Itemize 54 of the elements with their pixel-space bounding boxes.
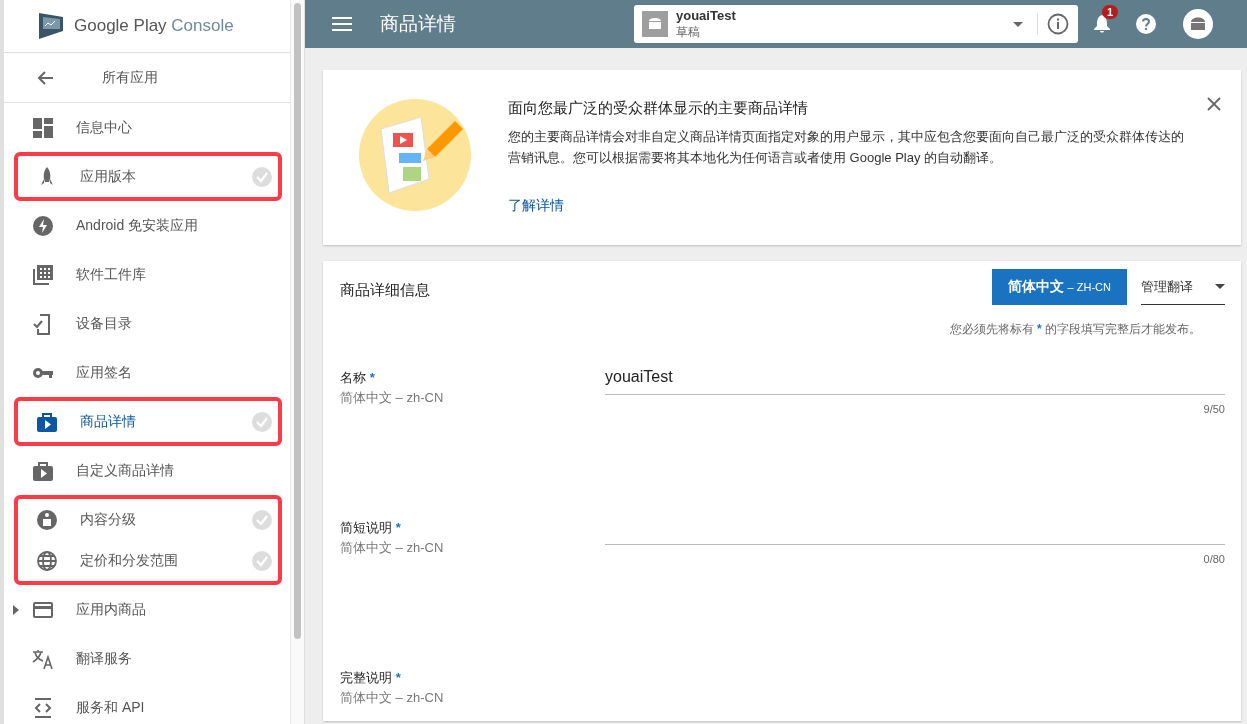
nav-item[interactable]: 商品详情 [18,401,278,442]
required-mark: * [369,370,375,385]
section-title: 商品详细信息 [340,280,431,300]
nav-item[interactable]: 应用签名 [4,348,278,397]
field-label: 完整说明 [340,670,392,685]
avatar-icon[interactable] [1183,9,1213,39]
globe-icon [36,549,58,572]
menu-icon[interactable] [332,17,352,31]
bell-icon[interactable] [1093,14,1111,34]
notification-count: 1 [1102,5,1119,19]
app-selector[interactable]: youaiTest 草稿 [634,5,1078,43]
nav-item[interactable]: 软件工件库 [4,250,278,299]
nav-item[interactable]: 内容分级 [18,499,278,540]
dropdown-caret-icon [1215,284,1225,289]
android-app-icon [642,11,668,37]
banner-description: 您的主要商品详情会对非自定义商品详情页面指定对象的用户显示，其中应包含您要面向自己最广泛的受众群体传达的营销讯息。您可以根据需要将其本地化为任何语言或者使用 Google Play 的自动翻译。 [508,128,1185,167]
play-console-logo-icon [38,11,64,41]
required-mark: * [395,520,401,535]
required-mark: * [395,670,401,685]
dropdown-caret-icon [1013,21,1023,27]
nav-item[interactable]: 翻译服务 [4,634,278,683]
page-title: 商品详情 [380,12,457,36]
required-note: 您必须先将标有 * 的字段填写完整后才能发布。 [949,322,1201,336]
help-icon[interactable] [1135,13,1157,35]
code-icon [32,696,54,719]
close-icon[interactable] [1207,97,1221,111]
logo-text: Google Play Console [74,16,234,36]
field-label: 简短说明 [340,520,392,535]
nav-item[interactable]: 自定义商品详情 [4,446,278,495]
nav-item[interactable]: 定价和分发范围 [18,540,278,581]
person-circle-icon [36,508,58,531]
nav-item[interactable]: 服务和 API [4,683,278,724]
field-language: 简体中文 – zh-CN [340,540,444,555]
nav-item[interactable]: 应用版本 [18,156,278,197]
nav-item[interactable]: Android 免安装应用 [4,201,278,250]
banner-title: 面向您最广泛的受众群体显示的主要商品详情 [508,99,809,118]
field-language: 简体中文 – zh-CN [340,690,444,705]
nav-item[interactable]: 应用内商品 [4,585,278,634]
text-input[interactable]: youaiTest [605,368,1225,395]
character-counter: 9/50 [1202,403,1225,415]
language-button[interactable]: 简体中文 – ZH-CN [991,269,1127,305]
nav-item[interactable]: 设备目录 [4,299,278,348]
bolt-icon [32,214,54,237]
nav-item[interactable]: 信息中心 [4,103,278,152]
shopping-bag-icon [32,459,54,482]
shopping-bag-icon [36,410,58,433]
library-icon [32,263,54,286]
field-label: 名称 [340,370,366,385]
learn-more-link[interactable]: 了解详情 [508,197,564,213]
manage-translations-dropdown[interactable]: 管理翻译 [1141,269,1225,305]
translate-icon [32,647,54,670]
dashboard-icon [32,116,54,139]
character-counter: 0/80 [1202,553,1225,565]
field-language: 简体中文 – zh-CN [340,390,444,405]
